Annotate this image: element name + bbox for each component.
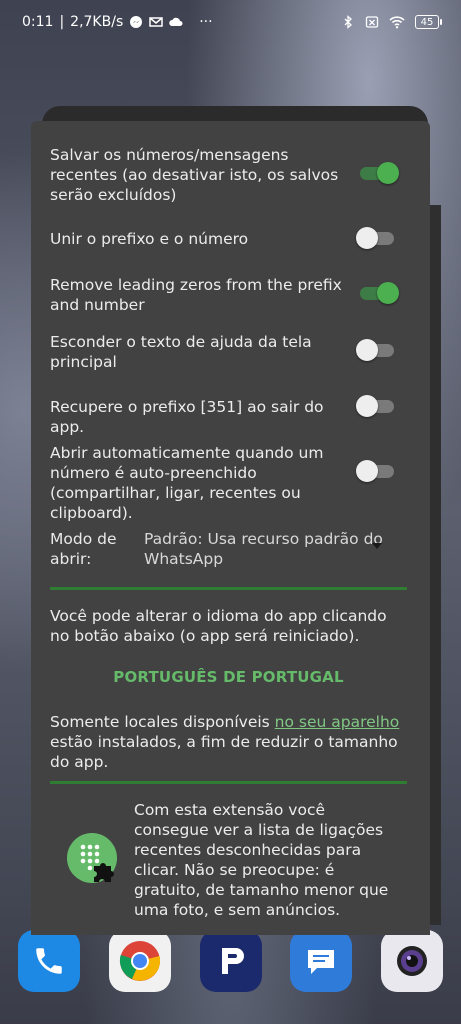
no-sim-icon xyxy=(365,16,379,28)
chevron-down-icon[interactable] xyxy=(372,543,382,549)
setting-restore-prefix-toggle[interactable] xyxy=(356,395,398,417)
setting-save-recent-label: Salvar os números/mensagens recentes (ao… xyxy=(50,146,339,204)
messages-app-icon[interactable] xyxy=(290,930,353,992)
wifi-icon xyxy=(389,16,405,29)
locales-text-after: estão instalados, a fim de reduzir o tam… xyxy=(50,733,398,771)
device-locales-link[interactable]: no seu aparelho xyxy=(275,713,400,731)
section-divider xyxy=(50,587,407,590)
setting-hide-help-label: Esconder o texto de ajuda da tela princi… xyxy=(50,333,312,371)
change-language-button[interactable]: PORTUGUÊS DE PORTUGAL xyxy=(50,668,407,686)
setting-hide-help-toggle[interactable] xyxy=(356,339,398,361)
overflow-icon: ··· xyxy=(199,14,213,30)
camera-app-icon[interactable] xyxy=(381,930,443,992)
battery-level: 45 xyxy=(420,16,434,28)
setting-auto-open-label: Abrir automaticamente quando um número é… xyxy=(50,444,324,522)
open-mode-label: Modo de abrir: xyxy=(50,530,117,568)
settings-dialog: Salvar os números/mensagens recentes (ao… xyxy=(31,121,430,935)
open-mode-select[interactable]: Padrão: Usa recurso padrão do WhatsApp xyxy=(144,529,384,569)
locales-info-text: Somente locales disponíveis no seu apare… xyxy=(50,712,410,772)
section-divider-2 xyxy=(50,781,407,784)
setting-join-prefix-label: Unir o prefixo e o número xyxy=(50,230,249,248)
messenger-icon xyxy=(130,16,143,28)
setting-join-prefix-toggle[interactable] xyxy=(356,227,398,249)
app-dock xyxy=(18,930,443,992)
battery-icon: 45 xyxy=(415,15,442,29)
language-info-text: Você pode alterar o idioma do app clican… xyxy=(50,607,387,645)
setting-remove-zeros-label: Remove leading zeros from the prefix and… xyxy=(50,276,342,314)
setting-save-recent-toggle[interactable] xyxy=(356,162,399,184)
extension-description: Com esta extensão você consegue ver a li… xyxy=(134,801,389,919)
status-separator: | xyxy=(59,14,65,30)
extension-dialpad-icon[interactable] xyxy=(64,830,120,886)
cloud-icon xyxy=(169,17,183,26)
status-time: 0:11 xyxy=(22,14,54,30)
network-speed: 2,7KB/s xyxy=(70,14,124,30)
setting-auto-open-toggle[interactable] xyxy=(356,460,398,482)
setting-remove-zeros-toggle[interactable] xyxy=(356,282,399,304)
locales-text-before: Somente locales disponíveis xyxy=(50,713,275,731)
bluetooth-icon xyxy=(344,15,352,29)
chrome-app-icon[interactable] xyxy=(108,930,171,992)
phone-app-icon[interactable] xyxy=(18,930,80,992)
pdf-app-icon[interactable] xyxy=(199,930,262,992)
status-bar: 0:11 | 2,7KB/s ··· 45 xyxy=(0,0,461,44)
setting-restore-prefix-label: Recupere o prefixo [351] ao sair do app. xyxy=(50,398,324,436)
gmail-icon xyxy=(149,17,163,27)
